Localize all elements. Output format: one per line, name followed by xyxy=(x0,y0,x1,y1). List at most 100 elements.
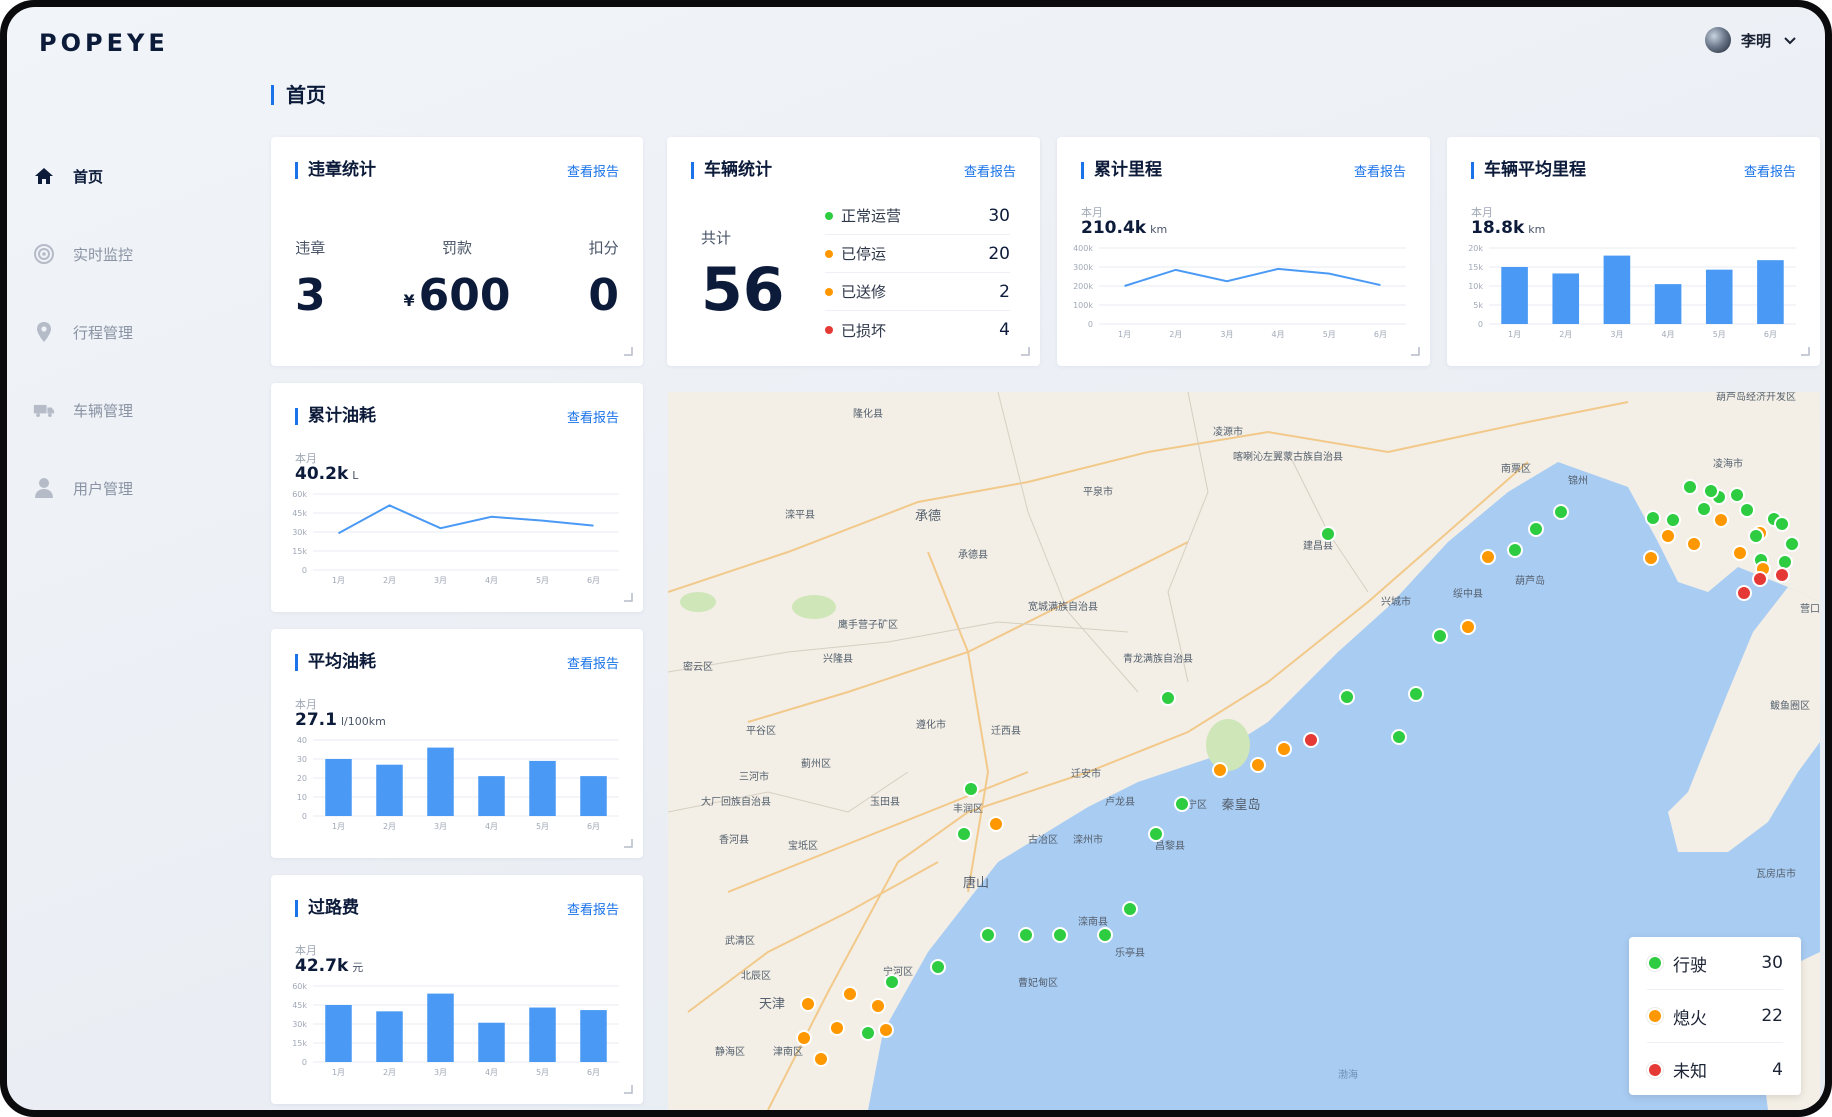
view-report-link[interactable]: 查看报告 xyxy=(567,407,619,426)
bar[interactable] xyxy=(427,747,454,816)
vehicle-marker[interactable] xyxy=(1303,732,1319,748)
expand-icon[interactable] xyxy=(621,1082,633,1094)
vehicle-marker[interactable] xyxy=(1480,549,1496,565)
bar[interactable] xyxy=(1552,273,1580,324)
view-report-link[interactable]: 查看报告 xyxy=(964,161,1016,180)
vehicle-marker[interactable] xyxy=(1660,528,1676,544)
tolls-card: 过路费 查看报告 本月 42.7k 元 60k 45k 30k 15k 0 1月 2月 3月 4月… xyxy=(271,875,643,1104)
expand-icon[interactable] xyxy=(1798,344,1810,356)
vehicle-marker[interactable] xyxy=(1122,901,1138,917)
vehicle-marker[interactable] xyxy=(1784,536,1800,552)
vehicle-marker[interactable] xyxy=(963,781,979,797)
bar[interactable] xyxy=(376,764,403,816)
vehicle-marker[interactable] xyxy=(1736,585,1752,601)
vehicle-marker[interactable] xyxy=(1713,512,1729,528)
vehicle-marker[interactable] xyxy=(1777,554,1793,570)
expand-icon[interactable] xyxy=(1018,344,1030,356)
bar[interactable] xyxy=(529,1007,556,1062)
series-line[interactable] xyxy=(338,504,594,535)
vehicle-marker[interactable] xyxy=(884,974,900,990)
vehicle-marker[interactable] xyxy=(956,826,972,842)
sidebar-item-vehicles[interactable]: 车辆管理 xyxy=(7,371,247,449)
chevron-down-icon[interactable] xyxy=(1781,31,1799,49)
expand-icon[interactable] xyxy=(621,590,633,602)
vehicle-marker[interactable] xyxy=(1703,483,1719,499)
vehicle-marker[interactable] xyxy=(930,959,946,975)
expand-icon[interactable] xyxy=(621,344,633,356)
view-report-link[interactable]: 查看报告 xyxy=(567,899,619,918)
vehicle-marker[interactable] xyxy=(829,1020,845,1036)
sidebar-item-users[interactable]: 用户管理 xyxy=(7,449,247,527)
vehicle-marker[interactable] xyxy=(1682,479,1698,495)
vehicle-marker[interactable] xyxy=(1643,550,1659,566)
vehicle-marker[interactable] xyxy=(796,1030,812,1046)
bar[interactable] xyxy=(1501,267,1528,324)
vehicle-marker[interactable] xyxy=(1739,502,1755,518)
vehicle-marker[interactable] xyxy=(1507,542,1523,558)
bar[interactable] xyxy=(529,760,556,816)
vehicle-marker[interactable] xyxy=(1148,826,1164,842)
vehicle-marker[interactable] xyxy=(1645,510,1661,526)
vehicle-marker[interactable] xyxy=(878,1022,894,1038)
bar[interactable] xyxy=(580,776,607,816)
vehicle-marker[interactable] xyxy=(1174,796,1190,812)
vehicle-marker[interactable] xyxy=(1553,504,1569,520)
vehicle-marker[interactable] xyxy=(1320,526,1336,542)
vehicle-marker[interactable] xyxy=(1748,528,1764,544)
user-menu[interactable]: 李明 xyxy=(1704,27,1799,53)
bar[interactable] xyxy=(478,1022,505,1062)
sidebar-item-monitor[interactable]: 实时监控 xyxy=(7,215,247,293)
vehicle-marker[interactable] xyxy=(988,816,1004,832)
legend-count: 30 xyxy=(1761,953,1783,973)
bar[interactable] xyxy=(376,1011,403,1062)
vehicle-marker[interactable] xyxy=(1774,516,1790,532)
bar[interactable] xyxy=(325,759,352,816)
view-report-link[interactable]: 查看报告 xyxy=(1354,161,1406,180)
user-avatar[interactable] xyxy=(1704,27,1731,53)
bar[interactable] xyxy=(1654,284,1682,324)
sidebar-item-home[interactable]: 首页 xyxy=(7,137,247,215)
vehicle-marker[interactable] xyxy=(1432,628,1448,644)
vehicle-marker[interactable] xyxy=(1408,686,1424,702)
bar[interactable] xyxy=(1757,260,1784,324)
vehicle-marker[interactable] xyxy=(1276,741,1292,757)
vehicle-marker[interactable] xyxy=(860,1025,876,1041)
vehicle-marker[interactable] xyxy=(1097,927,1113,943)
vehicle-marker[interactable] xyxy=(1665,512,1681,528)
view-report-link[interactable]: 查看报告 xyxy=(567,653,619,672)
bar[interactable] xyxy=(478,776,505,816)
series-line[interactable] xyxy=(1124,267,1381,287)
expand-icon[interactable] xyxy=(621,836,633,848)
bar[interactable] xyxy=(325,1005,352,1062)
vehicle-marker[interactable] xyxy=(1686,536,1702,552)
vehicle-marker[interactable] xyxy=(1729,487,1745,503)
bar[interactable] xyxy=(1705,269,1733,324)
vehicle-marker[interactable] xyxy=(1018,927,1034,943)
vehicle-marker[interactable] xyxy=(1212,762,1228,778)
brand-logo[interactable]: POPEYE xyxy=(39,29,169,57)
vehicle-marker[interactable] xyxy=(842,986,858,1002)
view-report-link[interactable]: 查看报告 xyxy=(567,161,619,180)
user-name[interactable]: 李明 xyxy=(1741,30,1771,51)
view-report-link[interactable]: 查看报告 xyxy=(1744,161,1796,180)
vehicle-marker[interactable] xyxy=(1391,729,1407,745)
vehicle-marker[interactable] xyxy=(1528,521,1544,537)
vehicle-marker[interactable] xyxy=(870,998,886,1014)
vehicle-marker[interactable] xyxy=(980,927,996,943)
vehicle-marker[interactable] xyxy=(1460,619,1476,635)
vehicle-marker[interactable] xyxy=(813,1051,829,1067)
vehicle-marker[interactable] xyxy=(1732,545,1748,561)
vehicle-marker[interactable] xyxy=(1052,927,1068,943)
vehicle-marker[interactable] xyxy=(1250,757,1266,773)
vehicle-marker[interactable] xyxy=(1774,567,1790,583)
vehicle-marker[interactable] xyxy=(1752,571,1768,587)
bar[interactable] xyxy=(1603,255,1631,324)
vehicle-marker[interactable] xyxy=(1339,689,1355,705)
vehicle-marker[interactable] xyxy=(1160,690,1176,706)
expand-icon[interactable] xyxy=(1408,344,1420,356)
bar[interactable] xyxy=(427,993,454,1062)
sidebar-item-trips[interactable]: 行程管理 xyxy=(7,293,247,371)
vehicle-marker[interactable] xyxy=(800,996,816,1012)
bar[interactable] xyxy=(580,1010,607,1062)
vehicle-marker[interactable] xyxy=(1696,501,1712,517)
